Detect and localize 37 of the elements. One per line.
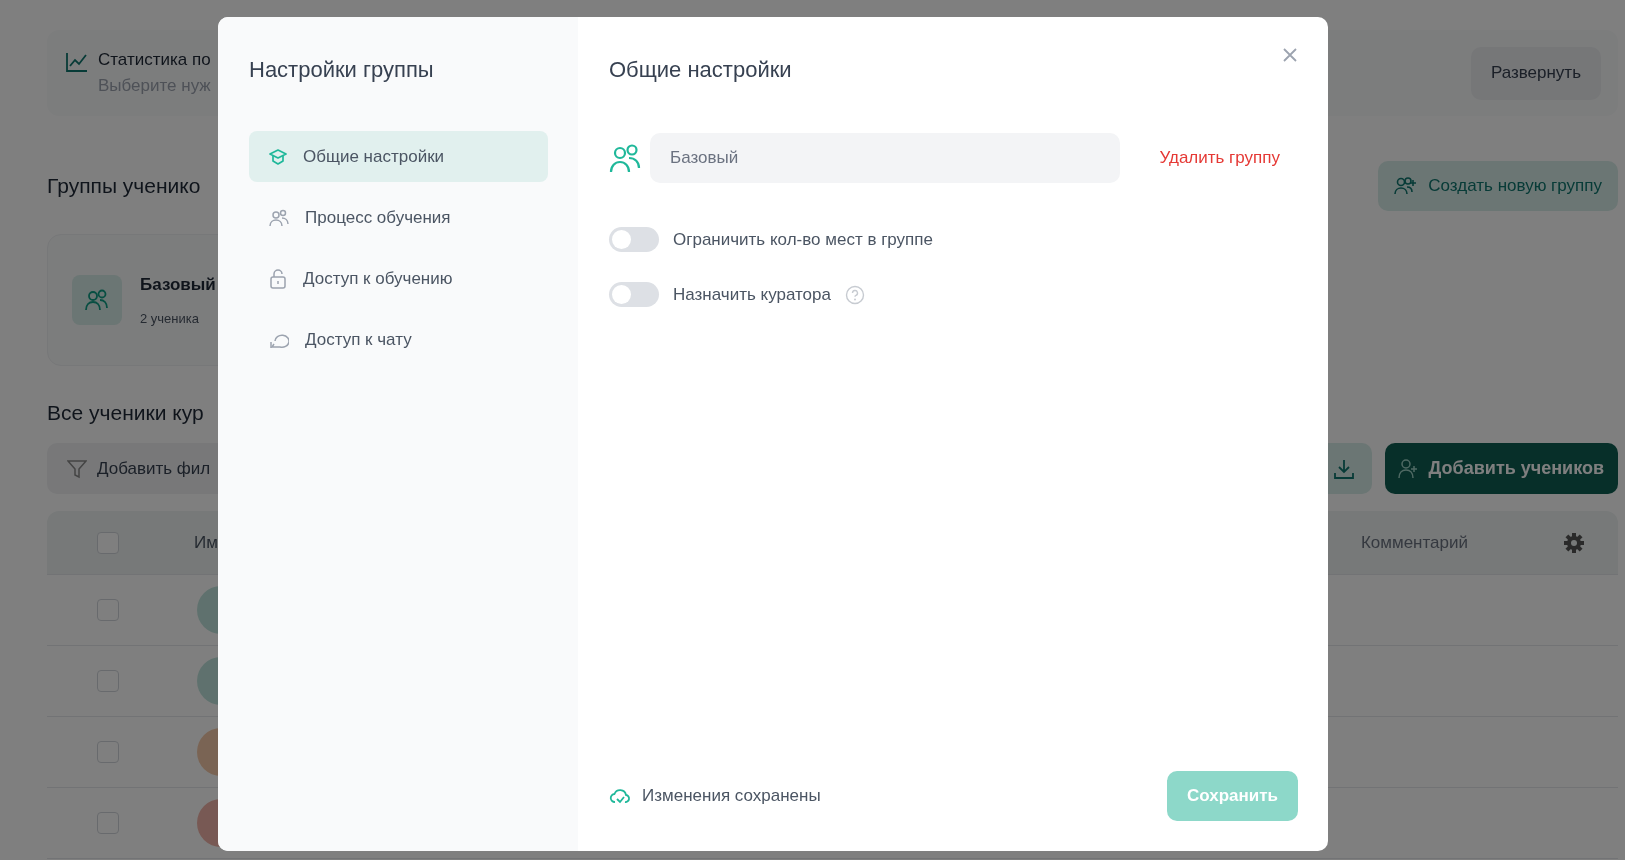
sidebar-title: Настройки группы [249, 57, 435, 83]
column-header: Им [194, 532, 218, 553]
sidebar-item[interactable]: Процесс обучения [249, 192, 548, 243]
group-name: Базовый [140, 274, 216, 295]
expand-button[interactable]: Развернуть [1470, 46, 1601, 100]
line-chart-icon [66, 52, 88, 72]
toggle-switch[interactable] [609, 227, 659, 252]
delete-group-link[interactable]: Удалить группу [1159, 148, 1280, 168]
filter-icon [67, 458, 87, 479]
download-icon [1333, 458, 1354, 479]
add-users-icon [1394, 176, 1419, 196]
student-count: 2 ученика [140, 310, 200, 326]
section-heading: Все ученики кур [47, 401, 205, 425]
sidebar-item[interactable]: Доступ к чату [249, 314, 548, 365]
graduation-cap-icon [269, 147, 287, 166]
toggle-label: Назначить куратора [673, 284, 831, 305]
cloud-check-icon [609, 787, 631, 805]
add-students-button[interactable]: Добавить учеников [1384, 443, 1618, 494]
users-icon [269, 208, 289, 227]
unlocked-padlock-icon [269, 268, 287, 289]
close-button[interactable] [1282, 47, 1298, 63]
group-icon [609, 143, 641, 173]
dialog-title: Общие настройки [609, 57, 792, 83]
sidebar-item[interactable]: Общие настройки [249, 131, 548, 182]
group-name-field[interactable]: Базовый [650, 133, 1120, 183]
section-heading: Группы ученико [47, 174, 201, 198]
column-header: Комментарий [1360, 532, 1468, 553]
group-icon [72, 275, 122, 325]
settings-icon[interactable] [1563, 531, 1585, 554]
stats-title: Статистика по [98, 50, 211, 70]
save-status: Изменения сохранены [642, 786, 821, 806]
toggle-label: Ограничить кол-во мест в группе [673, 229, 933, 250]
add-user-icon [1396, 457, 1419, 480]
sidebar-item[interactable]: Доступ к обучению [249, 253, 548, 304]
create-group-button[interactable]: Создать новую группу [1378, 161, 1618, 211]
help-icon[interactable] [844, 284, 865, 305]
toggle-switch[interactable] [609, 282, 659, 307]
